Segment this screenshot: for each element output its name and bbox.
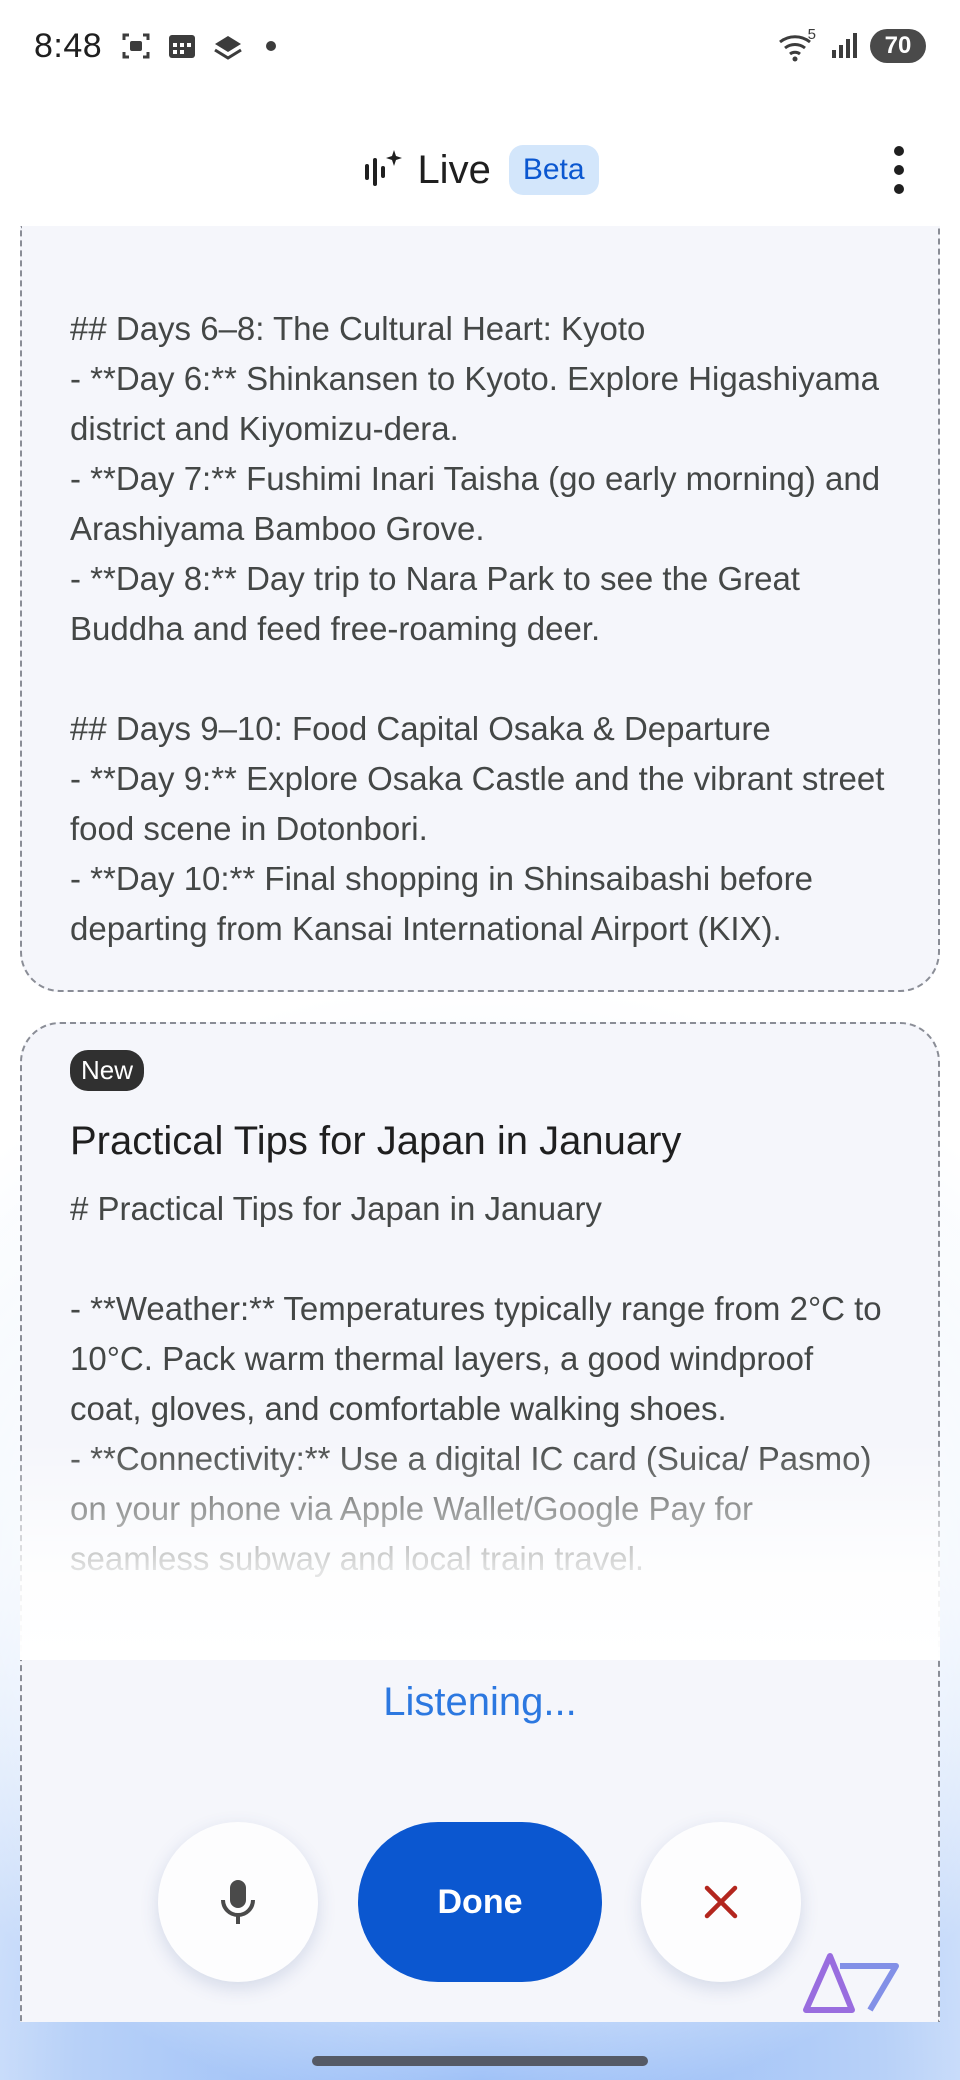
live-waveform-icon: [361, 148, 405, 192]
end-session-button[interactable]: [641, 1822, 801, 1982]
status-time: 8:48: [34, 26, 103, 65]
battery-indicator: 70: [870, 29, 926, 63]
screenshot-icon: [120, 30, 152, 62]
done-button[interactable]: Done: [358, 1822, 602, 1982]
status-bar: 8:48 5 70: [0, 0, 960, 92]
wifi-icon: 5: [778, 26, 818, 62]
page-title: Live: [417, 147, 491, 192]
beta-badge: Beta: [508, 145, 599, 195]
itinerary-card[interactable]: ## Days 6–8: The Cultural Heart: Kyoto -…: [20, 226, 940, 992]
tips-card-title: Practical Tips for Japan in January: [70, 1119, 682, 1163]
layers-icon: [212, 30, 244, 62]
notification-dot-icon: [266, 41, 277, 51]
listening-status: Listening...: [383, 1680, 577, 1724]
home-indicator[interactable]: [312, 2056, 648, 2066]
content-fade: [20, 1440, 940, 1660]
calendar-icon: [166, 30, 198, 62]
more-options-icon[interactable]: [884, 146, 914, 194]
new-badge: New: [70, 1050, 145, 1091]
microphone-icon: [214, 1876, 262, 1928]
watermark-logo-icon: [800, 1948, 904, 2018]
header-bar: Live Beta: [0, 120, 960, 220]
itinerary-card-text: ## Days 6–8: The Cultural Heart: Kyoto -…: [70, 310, 885, 947]
close-icon: [699, 1880, 743, 1924]
signal-icon: [828, 30, 860, 62]
wifi-badge: 5: [807, 26, 816, 43]
microphone-button[interactable]: [158, 1822, 318, 1982]
